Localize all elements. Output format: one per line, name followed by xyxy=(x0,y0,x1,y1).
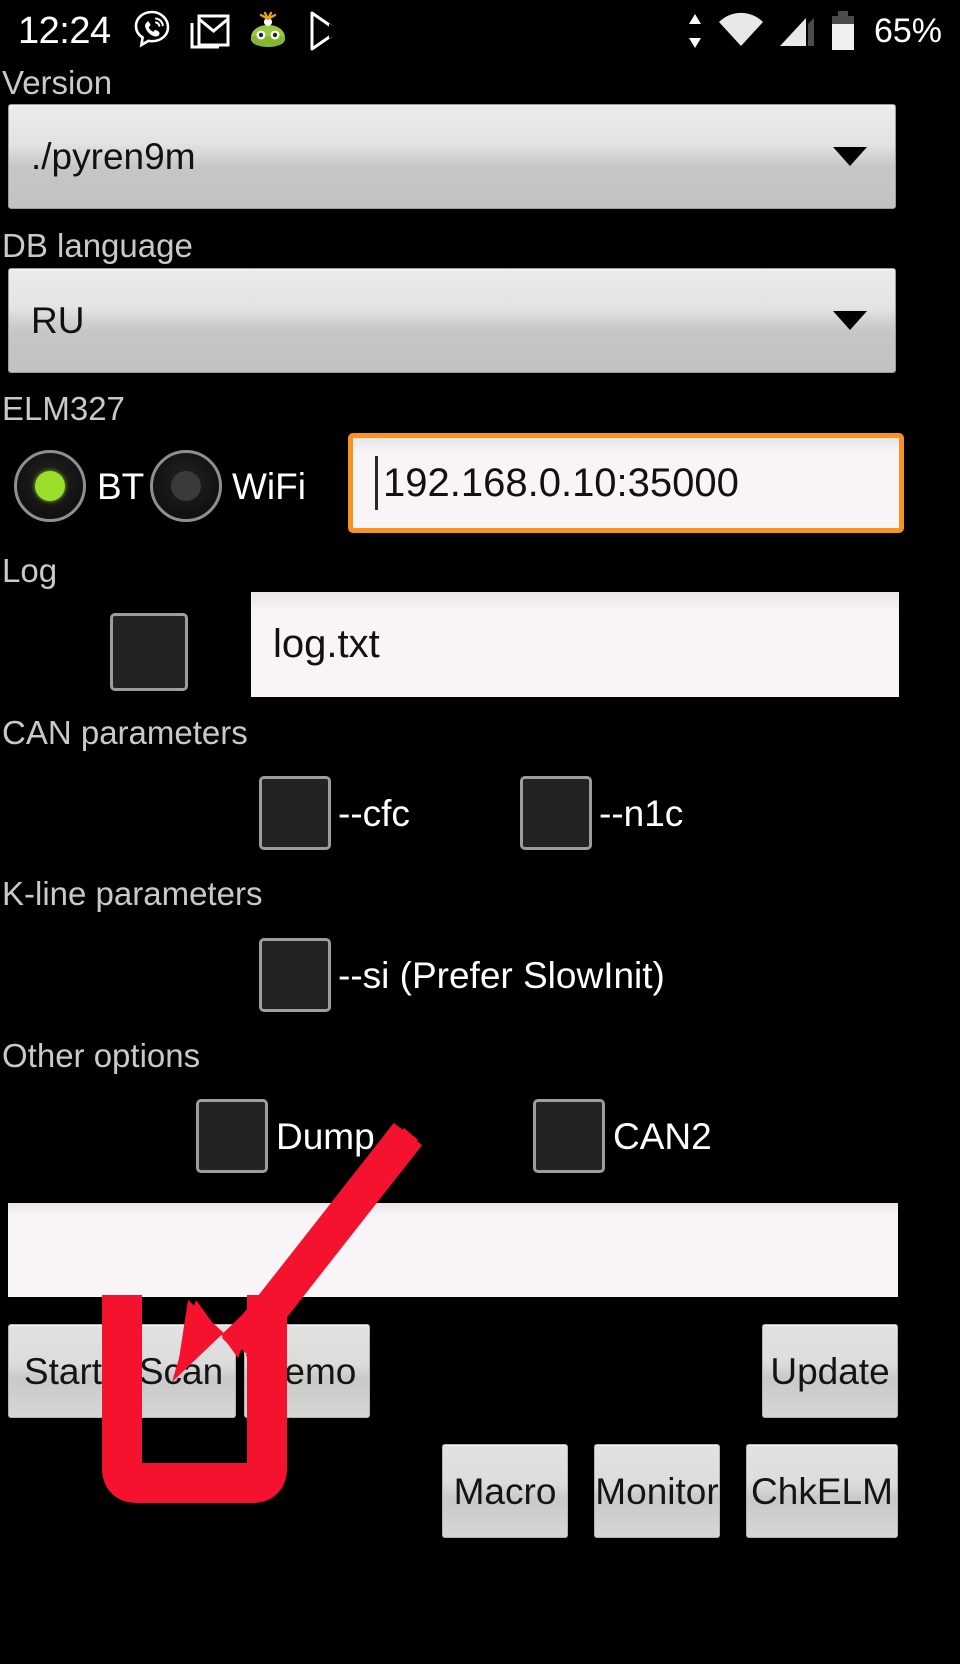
checkbox-si[interactable] xyxy=(259,938,331,1012)
wifi-icon xyxy=(718,12,763,46)
signal-bars-icon xyxy=(779,18,814,46)
db-language-spinner[interactable]: RU xyxy=(8,268,896,373)
app-screen: 12:24 65% Version ./pyren9m DB language … xyxy=(0,0,960,1664)
log-filename-value: log.txt xyxy=(273,622,380,666)
checkbox-n1c-label: --n1c xyxy=(599,793,684,834)
output-panel xyxy=(8,1203,898,1297)
log-label: Log xyxy=(2,552,58,589)
checkbox-dump-label: Dump xyxy=(276,1116,375,1157)
viber-icon xyxy=(134,10,169,48)
battery-percent-label: 65% xyxy=(873,12,942,50)
update-button[interactable]: Update xyxy=(762,1324,898,1418)
version-label: Version xyxy=(2,64,113,101)
version-spinner[interactable]: ./pyren9m xyxy=(8,104,896,209)
chevron-down-icon xyxy=(833,311,867,330)
checkbox-dump[interactable] xyxy=(196,1099,268,1173)
gmail-icon xyxy=(190,14,230,49)
status-bar-notification-icons xyxy=(133,9,345,53)
log-enable-checkbox[interactable] xyxy=(110,613,188,691)
elm327-label: ELM327 xyxy=(2,390,125,427)
other-options-label: Other options xyxy=(2,1037,201,1074)
scan-button[interactable]: Scan xyxy=(126,1324,236,1418)
battery-icon xyxy=(831,11,854,50)
version-spinner-value: ./pyren9m xyxy=(31,135,196,177)
radio-wifi-label: WiFi xyxy=(232,466,306,507)
can-parameters-label: CAN parameters xyxy=(2,714,248,751)
chkelm-button[interactable]: ChkELM xyxy=(746,1444,898,1538)
status-bar-system-icons: 65% xyxy=(684,9,942,53)
radio-bt-label: BT xyxy=(97,466,145,507)
radio-bt-dot xyxy=(35,471,65,501)
kline-parameters-label: K-line parameters xyxy=(2,875,263,912)
checkbox-cfc-label: --cfc xyxy=(338,793,410,834)
demo-button[interactable]: Demo xyxy=(244,1324,370,1418)
data-transfer-icon xyxy=(688,14,701,48)
start-button[interactable]: Start xyxy=(8,1324,118,1418)
checkbox-n1c[interactable] xyxy=(520,776,592,850)
radio-wifi[interactable] xyxy=(150,450,222,522)
play-store-icon xyxy=(310,11,342,51)
elm327-address-value: 192.168.0.10:35000 xyxy=(353,456,739,510)
elm327-address-input[interactable]: 192.168.0.10:35000 xyxy=(348,433,904,533)
checkbox-si-label: --si (Prefer SlowInit) xyxy=(338,955,665,996)
db-language-spinner-value: RU xyxy=(31,299,85,341)
macro-button[interactable]: Macro xyxy=(442,1444,568,1538)
checkbox-can2-label: CAN2 xyxy=(613,1116,712,1157)
log-filename-input[interactable]: log.txt xyxy=(251,592,899,697)
db-language-label: DB language xyxy=(2,227,193,264)
radio-bt[interactable] xyxy=(14,450,86,522)
radio-wifi-dot xyxy=(171,471,201,501)
checkbox-can2[interactable] xyxy=(533,1099,605,1173)
status-bar: 12:24 65% xyxy=(0,0,960,62)
text-caret xyxy=(375,456,378,510)
green-app-icon xyxy=(250,11,285,47)
chevron-down-icon xyxy=(833,147,867,166)
checkbox-cfc[interactable] xyxy=(259,776,331,850)
status-bar-clock: 12:24 xyxy=(18,10,111,52)
monitor-button[interactable]: Monitor xyxy=(594,1444,720,1538)
